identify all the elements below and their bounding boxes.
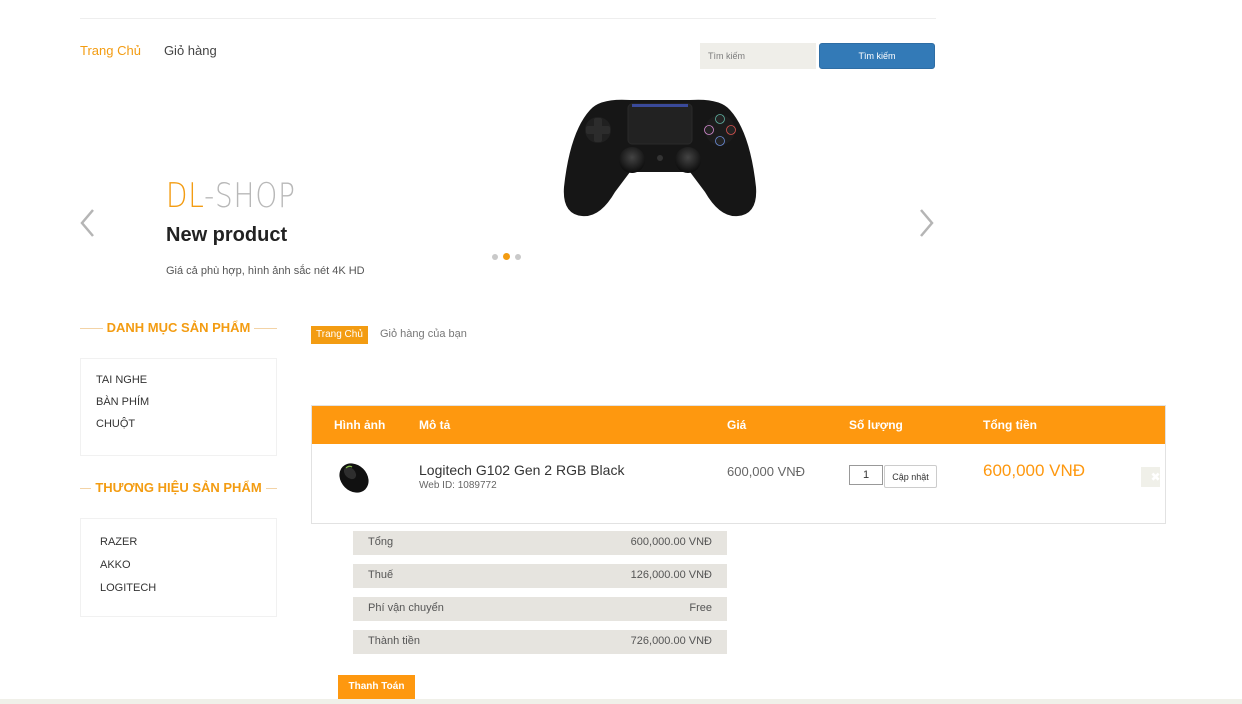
shipping-label: Phí vận chuyển: [368, 602, 444, 614]
update-quantity-button[interactable]: Cập nhật: [884, 465, 937, 488]
slider-brand: DL-SHOP: [166, 176, 296, 216]
nav-home-link[interactable]: Trang Chủ: [80, 43, 141, 58]
category-item[interactable]: BÀN PHÍM: [96, 396, 276, 408]
checkout-button[interactable]: Thanh Toán: [338, 675, 415, 699]
categories-heading: DANH MỤC SẢN PHẨM: [80, 319, 277, 339]
header-divider: [80, 18, 936, 19]
brand-part-dl: DL: [166, 176, 205, 216]
category-item[interactable]: CHUỘT: [96, 418, 276, 430]
subtotal-label: Tổng: [368, 536, 394, 548]
quantity-input[interactable]: [849, 465, 883, 485]
tax-label: Thuế: [368, 569, 394, 581]
delete-item-button[interactable]: ✖: [1141, 467, 1161, 487]
slider-prev-arrow-icon[interactable]: [78, 206, 98, 240]
cart-table-header: Hình ảnh Mô tả Giá Số lượng Tổng tiền: [312, 406, 1165, 444]
column-header-total: Tổng tiền: [983, 418, 1037, 432]
categories-panel: TAI NGHE BÀN PHÍM CHUỘT: [80, 358, 277, 456]
product-price: 600,000 VNĐ: [727, 464, 806, 479]
search-input[interactable]: [700, 43, 816, 69]
game-controller-image: [560, 92, 760, 222]
grand-total-label: Thành tiền: [368, 635, 420, 647]
column-header-image: Hình ảnh: [334, 418, 386, 432]
breadcrumb-current: Giỏ hàng của bạn: [380, 328, 467, 340]
grand-total-row: Thành tiền 726,000.00 VNĐ: [353, 630, 727, 654]
search-button[interactable]: Tìm kiếm: [819, 43, 935, 69]
categories-heading-text: DANH MỤC SẢN PHẨM: [102, 320, 255, 335]
slider-dot[interactable]: [515, 253, 521, 260]
cart-table: Hình ảnh Mô tả Giá Số lượng Tổng tiền Lo…: [311, 405, 1166, 524]
shipping-row: Phí vận chuyển Free: [353, 597, 727, 621]
column-header-quantity: Số lượng: [849, 418, 903, 432]
brand-item[interactable]: AKKO: [100, 559, 276, 571]
category-item[interactable]: TAI NGHE: [96, 374, 276, 386]
product-name[interactable]: Logitech G102 Gen 2 RGB Black: [419, 462, 624, 478]
footer-strip: [0, 699, 1242, 704]
subtotal-row: Tổng 600,000.00 VNĐ: [353, 531, 727, 555]
nav-cart-link[interactable]: Giỏ hàng: [164, 43, 217, 58]
brand-item[interactable]: LOGITECH: [100, 582, 276, 594]
brand-part-shop: -SHOP: [204, 176, 296, 216]
brands-heading-text: THƯƠNG HIỆU SẢN PHẨM: [91, 480, 266, 495]
column-header-description: Mô tả: [419, 418, 451, 432]
subtotal-value: 600,000.00 VNĐ: [630, 536, 712, 548]
grand-total-value: 726,000.00 VNĐ: [630, 635, 712, 647]
slider-pagination: [492, 253, 521, 260]
slider-dot-active[interactable]: [503, 253, 510, 260]
tax-row: Thuế 126,000.00 VNĐ: [353, 564, 727, 588]
product-total: 600,000 VNĐ: [983, 461, 1086, 480]
slider-next-arrow-icon[interactable]: [916, 206, 936, 240]
brand-item[interactable]: RAZER: [100, 536, 276, 548]
tax-value: 126,000.00 VNĐ: [630, 569, 712, 581]
slider-description: Giá cả phù hợp, hình ảnh sắc nét 4K HD: [166, 265, 365, 277]
mouse-image[interactable]: [332, 458, 376, 498]
slider-title: New product: [166, 224, 288, 246]
close-icon: ✖: [1150, 470, 1161, 484]
brands-heading: THƯƠNG HIỆU SẢN PHẨM: [80, 479, 277, 499]
main-nav: Trang Chủ Giỏ hàng: [80, 43, 217, 58]
breadcrumb-home-link[interactable]: Trang Chủ: [311, 326, 368, 344]
product-web-id: Web ID: 1089772: [419, 480, 497, 491]
shipping-value: Free: [689, 602, 712, 614]
column-header-price: Giá: [727, 418, 747, 432]
slider-dot[interactable]: [492, 253, 498, 260]
brands-panel: RAZER AKKO LOGITECH: [80, 518, 277, 617]
